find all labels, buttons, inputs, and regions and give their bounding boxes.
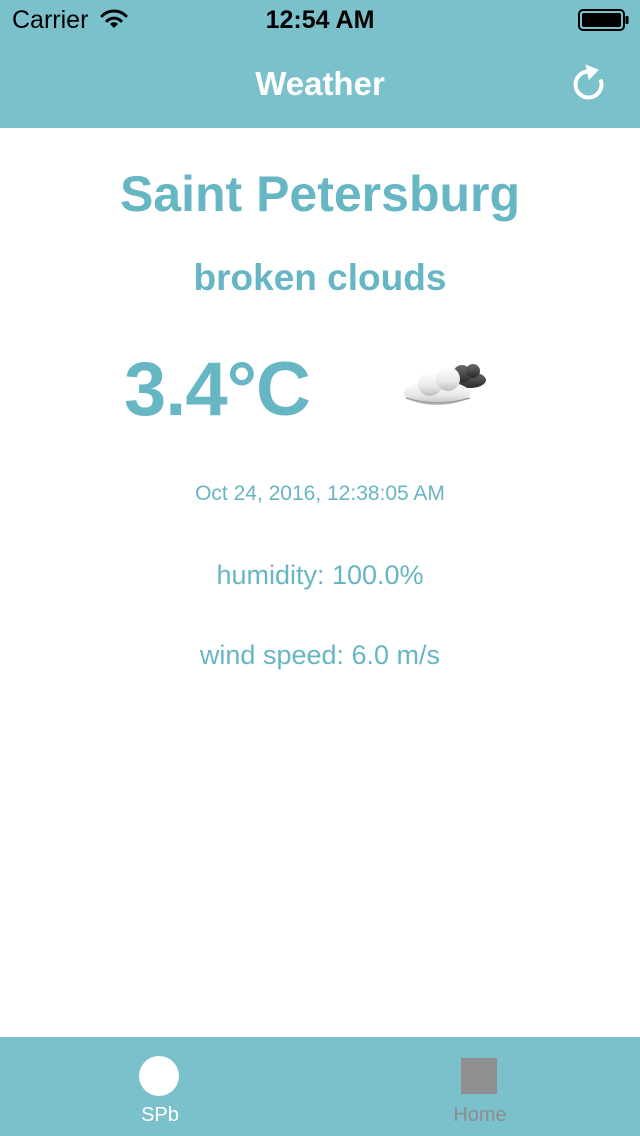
humidity-value: humidity: 100.0% (216, 560, 424, 590)
status-bar: Carrier 12:54 AM (0, 0, 640, 40)
broken-clouds-icon (400, 358, 492, 414)
status-time: 12:54 AM (265, 6, 375, 34)
square-icon (461, 1058, 497, 1094)
refresh-icon (573, 64, 604, 100)
tab-spb[interactable]: SPb (0, 1037, 320, 1136)
navigation-header: Carrier 12:54 AM Weather (0, 0, 640, 128)
battery-icon (578, 9, 629, 31)
circle-icon (139, 1056, 179, 1096)
wind-speed-value: wind speed: 6.0 m/s (199, 640, 441, 670)
page-title: Weather (255, 65, 385, 102)
updated-timestamp: Oct 24, 2016, 12:38:05 AM (195, 482, 445, 505)
tab-home[interactable]: Home (320, 1037, 640, 1136)
tab-home-label: Home (453, 1104, 507, 1126)
tab-spb-label: SPb (141, 1104, 179, 1126)
weather-description: broken clouds (193, 257, 447, 298)
tab-bar: SPb Home (0, 1037, 640, 1136)
city-name: Saint Petersburg (119, 166, 521, 222)
refresh-button[interactable] (566, 58, 614, 108)
temperature-value: 3.4°C (124, 347, 311, 432)
